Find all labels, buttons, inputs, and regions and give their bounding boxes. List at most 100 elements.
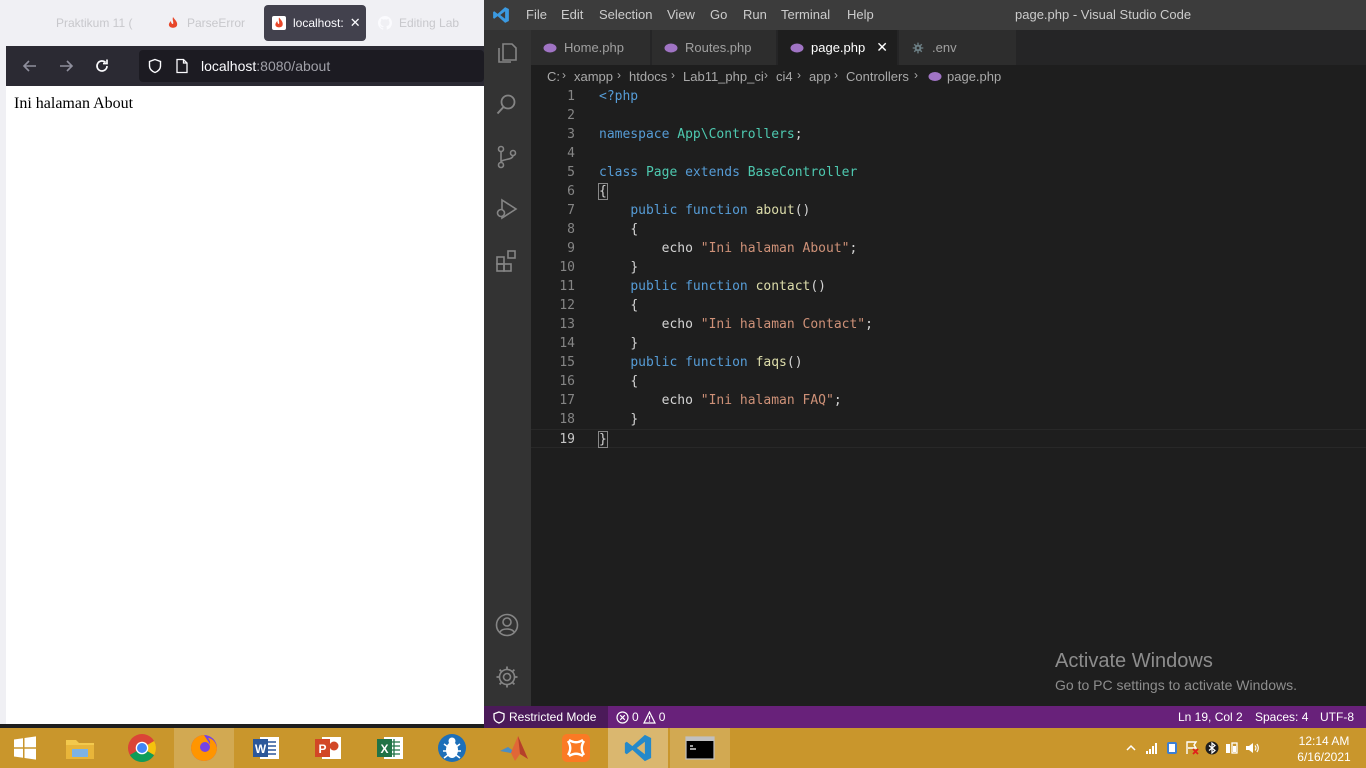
php-icon [790,43,804,52]
problems-indicator[interactable]: 0 0 [616,710,665,724]
network-signal-icon[interactable] [1145,741,1159,755]
taskbar-excel[interactable]: X [360,728,420,768]
taskbar-xampp[interactable] [546,728,606,768]
url-text[interactable]: localhost:8080/about [201,58,330,74]
bluetooth-icon[interactable] [1205,741,1219,755]
title-bar: File Edit Selection View Go Run Terminal… [484,0,1366,30]
breadcrumb-item[interactable]: C: [547,69,560,84]
close-tab-icon[interactable]: ✕ [350,15,361,31]
vscode-icon [624,734,652,762]
notification-flag-icon[interactable] [1185,741,1199,755]
code-line[interactable]: 10 } [531,258,1366,277]
breadcrumb-item[interactable]: ci4 [776,69,793,84]
tab-page-php[interactable]: page.php ✕ [778,30,898,65]
code-line[interactable]: 12 { [531,296,1366,315]
menu-help[interactable]: Help [847,7,874,22]
chevron-up-icon[interactable] [1124,741,1138,755]
taskbar-file-explorer[interactable] [50,728,110,768]
code-text: { [630,374,639,389]
source-control-icon[interactable] [494,144,520,170]
menu-edit[interactable]: Edit [561,7,583,22]
shield-icon[interactable] [147,58,163,74]
code-line[interactable]: 3 namespace App\Controllers; [531,125,1366,144]
code-line[interactable]: 13 echo "Ini halaman Contact"; [531,315,1366,334]
browser-tab-localhost[interactable]: localhost: ✕ [264,5,366,41]
code-line[interactable]: 15 public function faqs() [531,353,1366,372]
menu-selection[interactable]: Selection [599,7,652,22]
start-button[interactable] [0,728,50,768]
tab-home-php[interactable]: Home.php [531,30,651,65]
code-line[interactable]: 9 echo "Ini halaman About"; [531,239,1366,258]
code-line[interactable]: 1 <?php [531,87,1366,106]
shield-tray-icon[interactable] [1165,741,1179,755]
url-bar[interactable]: localhost:8080/about [139,50,484,82]
breadcrumb-item[interactable]: page.php [947,69,1001,84]
code-line[interactable]: 2 [531,106,1366,125]
code-line[interactable]: 16 { [531,372,1366,391]
vscode-window: File Edit Selection View Go Run Terminal… [484,0,1366,728]
line-number: 5 [567,165,575,180]
extensions-icon[interactable] [494,248,520,274]
taskbar-chrome[interactable] [112,728,172,768]
code-line[interactable]: 18 } [531,410,1366,429]
browser-tab-editing[interactable]: Editing Lab [370,5,475,41]
taskbar-vscode[interactable] [608,728,668,768]
matlab-icon [500,736,528,761]
code-line[interactable]: 7 public function about() [531,201,1366,220]
forward-arrow-icon[interactable] [54,54,78,78]
breadcrumb-item[interactable]: Lab11_php_ci [683,69,764,84]
code-line[interactable]: 5 class Page extends BaseController [531,163,1366,182]
reload-icon[interactable] [90,54,114,78]
page-icon[interactable] [175,58,189,74]
browser-page-content: Ini halaman About [6,86,484,724]
line-number: 4 [567,146,575,161]
taskbar-clock[interactable]: 12:14 AM 6/16/2021 [1294,733,1354,765]
manage-gear-icon[interactable] [494,664,520,690]
taskbar-word[interactable]: W [236,728,296,768]
code-text: { [630,298,639,313]
code-line[interactable]: 11 public function contact() [531,277,1366,296]
code-line[interactable]: 19} [531,429,1366,448]
menu-file[interactable]: File [526,7,547,22]
cursor-position[interactable]: Ln 19, Col 2 [1178,710,1243,724]
code-line[interactable]: 6{ [531,182,1366,201]
taskbar-firefox[interactable] [174,728,234,768]
indentation-setting[interactable]: Spaces: 4 [1255,710,1308,724]
taskbar-matlab[interactable] [484,728,544,768]
menu-terminal[interactable]: Terminal [781,7,830,22]
tab-routes-php[interactable]: Routes.php [652,30,777,65]
close-tab-icon[interactable]: ✕ [876,39,888,56]
menu-run[interactable]: Run [743,7,767,22]
breadcrumb-item[interactable]: htdocs [629,69,667,84]
code-line[interactable]: 8 { [531,220,1366,239]
power-icon[interactable] [1225,741,1239,755]
line-number: 16 [559,374,575,389]
breadcrumb-item[interactable]: app [809,69,831,84]
code-line[interactable]: 17 echo "Ini halaman FAQ"; [531,391,1366,410]
restricted-mode-button[interactable]: Restricted Mode [484,706,608,728]
encoding-setting[interactable]: UTF-8 [1320,710,1354,724]
taskbar-powerpoint[interactable]: P [298,728,358,768]
code-line[interactable]: 14 } [531,334,1366,353]
run-debug-icon[interactable] [494,196,520,222]
menu-view[interactable]: View [667,7,695,22]
explorer-icon[interactable] [494,40,520,66]
taskbar-bug-app[interactable] [422,728,482,768]
back-arrow-icon[interactable] [18,54,42,78]
code-text: public function contact() [630,279,827,294]
code-line[interactable]: 4 [531,144,1366,163]
tab-env[interactable]: .env [899,30,1017,65]
code-text: namespace App\Controllers; [599,127,803,142]
search-icon[interactable] [494,92,520,118]
taskbar-command-prompt[interactable] [670,728,730,768]
browser-tab-parseerror[interactable]: ParseError [158,5,258,41]
breadcrumb: C: › xampp › htdocs › Lab11_php_ci › ci4… [531,65,1366,87]
volume-icon[interactable] [1245,741,1259,755]
account-icon[interactable] [494,612,520,638]
code-editor[interactable]: 1 <?php 2 3 namespace App\Controllers; 4 5 clas… [531,87,1366,706]
browser-tab-praktikum[interactable]: Praktikum 11 ( [48,5,158,41]
browser-toolbar: localhost:8080/about [6,46,484,86]
breadcrumb-item[interactable]: Controllers [846,69,909,84]
breadcrumb-item[interactable]: xampp [574,69,613,84]
menu-go[interactable]: Go [710,7,727,22]
